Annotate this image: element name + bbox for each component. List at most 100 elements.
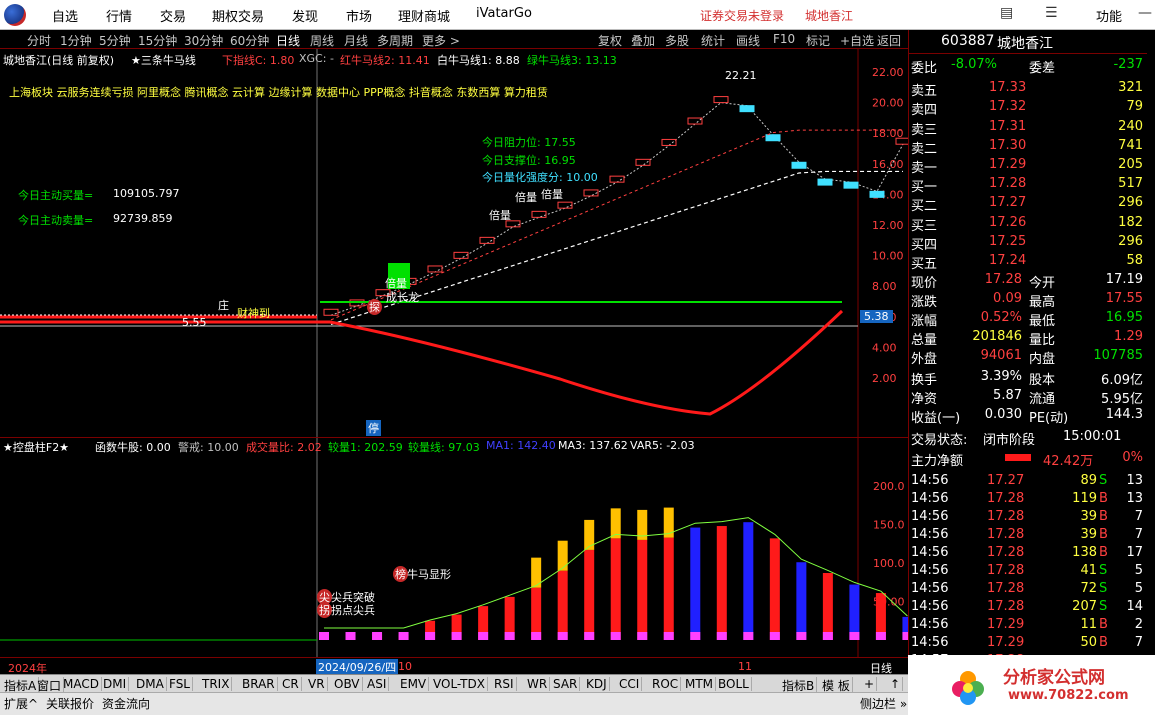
list-icon[interactable]: ☰ (1045, 5, 1058, 21)
related-quote-tab[interactable]: 关联报价 (46, 695, 94, 712)
indicator-tab-5[interactable]: FSL (167, 677, 193, 691)
indicator-tab-16[interactable]: SAR (551, 677, 581, 691)
indicator-tab-17[interactable]: KDJ (584, 677, 610, 691)
tick-volume: 72 (1080, 581, 1097, 596)
indicator-tab-6[interactable]: TRIX (200, 677, 233, 691)
btn-huaxian[interactable]: 画线 (736, 32, 760, 49)
tab-fenshi[interactable]: 分时 (27, 32, 51, 49)
volume-indicator-chart[interactable]: 200.0 150.0 100.0 50.00 ★控盘柱F2★ 函数牛股: 0.00 … (0, 437, 913, 658)
indicator-tab-20[interactable]: MTM (683, 677, 717, 691)
btn-fuquan[interactable]: 复权 (598, 32, 622, 49)
login-warning[interactable]: 证券交易未登录 (700, 7, 784, 24)
btn-add-favorite[interactable]: +自选 (840, 32, 874, 49)
main-chart-canvas[interactable]: 22.0020.0018.0016.0014.0012.0010.008.006… (0, 49, 911, 437)
bid-label: 买一 (911, 180, 938, 195)
fund-flow-tab[interactable]: 资金流向 (102, 695, 150, 712)
menu-faxian[interactable]: 发现 (292, 6, 318, 25)
indicator-name[interactable]: ★三条牛马线 (131, 52, 196, 68)
btn-back[interactable]: 返回 (877, 32, 901, 49)
stock-link[interactable]: 城地香江 (805, 7, 853, 24)
menu-jiaoyi[interactable]: 交易 (160, 6, 186, 25)
btn-tongji[interactable]: 统计 (701, 32, 725, 49)
stat-label: 现价 (911, 276, 938, 291)
indicator-tab-21[interactable]: BOLL (716, 677, 752, 691)
chengzhang-tag: 成长龙 (386, 291, 419, 304)
ask-volume: 205 (1118, 157, 1143, 173)
menu-ivatargo[interactable]: iVatarGo (476, 6, 532, 21)
tab-60min[interactable]: 60分钟 (230, 32, 269, 49)
candle (869, 190, 885, 198)
tick-volume: 41 (1080, 563, 1097, 578)
indicator-tab-19[interactable]: ROC (650, 677, 682, 691)
indicator-tab-13[interactable]: VOL-TDX (431, 677, 488, 691)
sub-y-tick: 200.0 (873, 480, 905, 493)
func-menu[interactable]: 功能 (1096, 6, 1122, 25)
menu-shichang[interactable]: 市场 (346, 6, 372, 25)
tick-direction: B (1099, 491, 1108, 506)
tick-count: 13 (1126, 473, 1143, 488)
webi-label: 委比 (911, 61, 938, 76)
ask-row: 卖四 17.32 79 (909, 98, 1147, 118)
bottom-right-btn-2[interactable]: + (862, 677, 878, 691)
expand-toggle[interactable]: 扩展^ (4, 695, 38, 712)
indicator-tab-11[interactable]: ASI (365, 677, 390, 691)
sub-l3: 成交量比: 2.02 (246, 441, 322, 454)
sub-y-tick: 100.0 (873, 557, 905, 570)
indicator-tab-10[interactable]: OBV (332, 677, 363, 691)
volume-bar-base (610, 632, 621, 640)
tab-15min[interactable]: 15分钟 (138, 32, 177, 49)
volume-bar (610, 538, 621, 640)
indicator-tab-18[interactable]: CCI (617, 677, 643, 691)
btn-diejia[interactable]: 叠加 (631, 32, 655, 49)
stat-label: 外盘 (911, 352, 938, 367)
indicator-tab-7[interactable]: BRAR (240, 677, 278, 691)
support-level: 今日支撑位: 16.95 (482, 154, 576, 167)
bottom-right-btn-3[interactable]: ↑ (888, 677, 904, 691)
sub-chart-canvas[interactable]: 200.0150.0100.050.00 (0, 438, 913, 658)
niuma-icon: 榜 (393, 566, 408, 582)
btn-f10[interactable]: F10 (773, 32, 795, 46)
tab-daily[interactable]: 日线 (276, 32, 300, 49)
minimize-icon[interactable]: — (1138, 5, 1152, 21)
indicator-tab-8[interactable]: CR (280, 677, 302, 691)
tab-monthly[interactable]: 月线 (344, 32, 368, 49)
date-axis: 2024年 2024/09/26/四 10 11 日线 (0, 657, 908, 675)
tab-more[interactable]: 更多 > (422, 32, 460, 49)
tab-multi-period[interactable]: 多周期 (377, 32, 413, 49)
btn-duogu[interactable]: 多股 (665, 32, 689, 49)
indicator-tab-15[interactable]: WR (525, 677, 551, 691)
indicator-tab-9[interactable]: VR (306, 677, 328, 691)
menu-licai[interactable]: 理财商城 (398, 6, 450, 25)
concept-tags: 上海板块 云服务连续亏损 阿里概念 腾讯概念 云计算 边缘计算 数据中心 PPP… (9, 86, 548, 99)
main-kline-chart[interactable]: 22.0020.0018.0016.0014.0012.0010.008.006… (0, 49, 911, 437)
stat-value: 6.09亿 (1101, 373, 1143, 388)
indicator-tab-14[interactable]: RSI (492, 677, 517, 691)
tab-1min[interactable]: 1分钟 (60, 32, 92, 49)
sidebar-toggle[interactable]: 侧边栏 » (860, 695, 907, 712)
tab-5min[interactable]: 5分钟 (99, 32, 131, 49)
tab-weekly[interactable]: 周线 (310, 32, 334, 49)
indicator-tab-2[interactable]: MACD (61, 677, 102, 691)
menu-zixuan[interactable]: 自选 (52, 6, 78, 25)
menu-hangqing[interactable]: 行情 (106, 6, 132, 25)
volume-bar (796, 562, 807, 640)
indicator-tab-4[interactable]: DMA (134, 677, 167, 691)
tick-count: 17 (1126, 545, 1143, 560)
tick-direction: S (1099, 563, 1108, 578)
stat-value: 94061 (980, 348, 1022, 363)
volume-bar (557, 570, 568, 640)
tick-row: 14:56 17.28 138 B 17 (909, 544, 1147, 562)
stat-row: 总量 201846 量比 1.29 (909, 328, 1147, 348)
stat-row: 外盘 94061 内盘 107785 (909, 347, 1147, 367)
tick-count: 7 (1134, 509, 1143, 524)
tab-30min[interactable]: 30分钟 (184, 32, 223, 49)
sub-title[interactable]: ★控盘柱F2★ (3, 439, 69, 455)
menu-qiquan[interactable]: 期权交易 (212, 6, 264, 25)
indicator-tab-3[interactable]: DMI (101, 677, 130, 691)
btn-biaoji[interactable]: 标记 (806, 32, 830, 49)
indicator-tab-12[interactable]: EMV (398, 677, 430, 691)
tick-volume: 39 (1080, 527, 1097, 542)
tick-time: 14:56 (911, 491, 949, 506)
layout-icon[interactable]: ▤ (1000, 5, 1013, 21)
beiliang-tag-1: 倍量 (489, 209, 511, 222)
